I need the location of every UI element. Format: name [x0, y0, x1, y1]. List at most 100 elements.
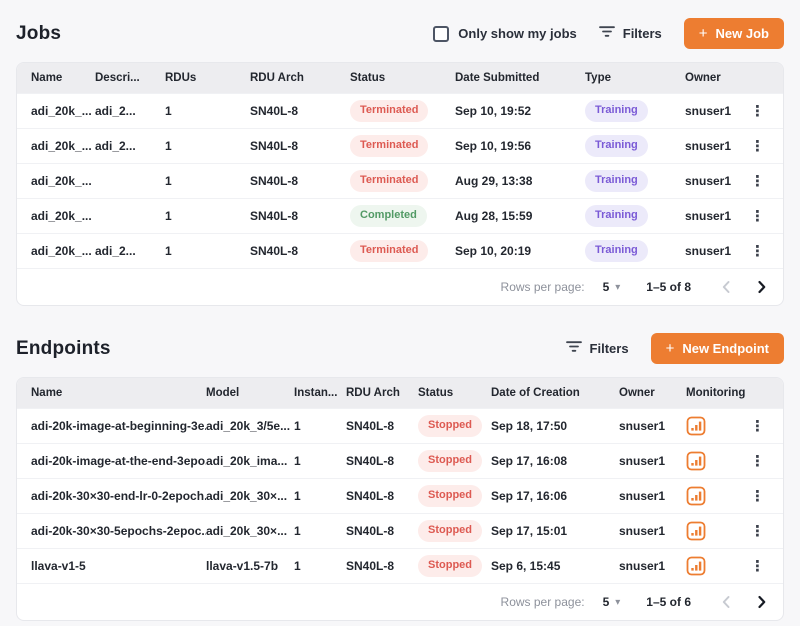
type-badge: Training	[585, 170, 648, 191]
jobs-filters-label: Filters	[623, 26, 662, 41]
endpoint-date-created: Sep 18, 17:50	[491, 419, 619, 433]
endpoint-owner: snuser1	[619, 524, 686, 538]
job-date-submitted: Aug 28, 15:59	[455, 209, 585, 223]
status-badge: Stopped	[418, 415, 482, 436]
jobs-title: Jobs	[16, 23, 61, 45]
previous-page-icon[interactable]	[721, 280, 731, 294]
endpoint-instances: 1	[294, 489, 346, 503]
job-owner: snuser1	[685, 209, 755, 223]
new-endpoint-button[interactable]: + New Endpoint	[651, 333, 784, 364]
job-rdu-arch: SN40L-8	[250, 139, 350, 153]
col-model: Model	[206, 387, 294, 399]
col-date-of-creation: Date of Creation	[491, 387, 619, 399]
job-rdus: 1	[165, 104, 250, 118]
endpoint-rdu-arch: SN40L-8	[346, 489, 418, 503]
chevron-down-icon: ▾	[615, 597, 620, 608]
endpoints-section: Endpoints Filters + New Endpoint Name Mo…	[16, 333, 784, 621]
table-row[interactable]: adi-20k-30×30-end-lr-0-2epoch... adi_20k…	[17, 478, 783, 513]
job-date-submitted: Aug 29, 13:38	[455, 174, 585, 188]
table-row[interactable]: llava-v1-5 llava-v1.5-7b 1 SN40L-8 Stopp…	[17, 548, 783, 583]
job-name: adi_20k_...	[31, 244, 95, 258]
jobs-pagination: Rows per page: 5 ▾ 1–5 of 8	[17, 268, 783, 305]
status-badge: Terminated	[350, 100, 428, 121]
rows-per-page-label: Rows per page:	[501, 595, 585, 609]
row-actions-menu-icon[interactable]: ⋮	[746, 417, 769, 436]
jobs-table-header: Name Descri... RDUs RDU Arch Status Date…	[17, 63, 783, 93]
next-page-icon[interactable]	[757, 280, 767, 294]
endpoint-date-created: Sep 6, 15:45	[491, 559, 619, 573]
job-name: adi_20k_...	[31, 139, 95, 153]
table-row[interactable]: adi_20k_... adi_2... 1 SN40L-8 Terminate…	[17, 128, 783, 163]
new-job-label: New Job	[716, 26, 769, 41]
row-actions-menu-icon[interactable]: ⋮	[746, 137, 769, 156]
job-name: adi_20k_...	[31, 174, 95, 188]
endpoint-name: adi-20k-image-at-beginning-3e...	[31, 419, 206, 433]
row-actions-menu-icon[interactable]: ⋮	[746, 557, 769, 576]
row-actions-menu-icon[interactable]: ⋮	[746, 522, 769, 541]
rows-per-page-label: Rows per page:	[501, 280, 585, 294]
new-endpoint-label: New Endpoint	[682, 341, 769, 356]
col-name: Name	[31, 72, 95, 84]
status-badge: Terminated	[350, 240, 428, 261]
endpoint-name: llava-v1-5	[31, 559, 206, 573]
endpoint-rdu-arch: SN40L-8	[346, 524, 418, 538]
col-owner: Owner	[619, 387, 686, 399]
col-date-submitted: Date Submitted	[455, 72, 585, 84]
row-actions-menu-icon[interactable]: ⋮	[746, 242, 769, 261]
table-row[interactable]: adi-20k-image-at-the-end-3epo... adi_20k…	[17, 443, 783, 478]
job-name: adi_20k_...	[31, 104, 95, 118]
filter-icon	[566, 340, 582, 358]
table-row[interactable]: adi_20k_... 1 SN40L-8 Terminated Aug 29,…	[17, 163, 783, 198]
endpoints-filters-label: Filters	[590, 341, 629, 356]
endpoint-name: adi-20k-30×30-end-lr-0-2epoch...	[31, 489, 206, 503]
endpoint-model: adi_20k_ima...	[206, 454, 294, 468]
endpoints-table-header: Name Model Instan... RDU Arch Status Dat…	[17, 378, 783, 408]
rows-per-page-select[interactable]: 5 ▾	[603, 595, 621, 609]
rows-per-page-select[interactable]: 5 ▾	[603, 280, 621, 294]
job-rdu-arch: SN40L-8	[250, 209, 350, 223]
endpoints-filters-button[interactable]: Filters	[566, 340, 629, 358]
job-rdu-arch: SN40L-8	[250, 174, 350, 188]
row-actions-menu-icon[interactable]: ⋮	[746, 452, 769, 471]
job-owner: snuser1	[685, 174, 755, 188]
job-owner: snuser1	[685, 244, 755, 258]
endpoint-model: adi_20k_3/5e...	[206, 419, 294, 433]
type-badge: Training	[585, 240, 648, 261]
row-actions-menu-icon[interactable]: ⋮	[746, 207, 769, 226]
col-rdu-arch: RDU Arch	[250, 72, 350, 84]
endpoint-rdu-arch: SN40L-8	[346, 419, 418, 433]
new-job-button[interactable]: + New Job	[684, 18, 784, 49]
endpoints-pagination: Rows per page: 5 ▾ 1–5 of 6	[17, 583, 783, 620]
row-actions-menu-icon[interactable]: ⋮	[746, 487, 769, 506]
job-name: adi_20k_...	[31, 209, 95, 223]
endpoint-date-created: Sep 17, 16:08	[491, 454, 619, 468]
endpoint-rdu-arch: SN40L-8	[346, 559, 418, 573]
table-row[interactable]: adi_20k_... 1 SN40L-8 Completed Aug 28, …	[17, 198, 783, 233]
row-actions-menu-icon[interactable]: ⋮	[746, 102, 769, 121]
next-page-icon[interactable]	[757, 595, 767, 609]
col-rdus: RDUs	[165, 72, 250, 84]
job-rdus: 1	[165, 139, 250, 153]
endpoint-name: adi-20k-30×30-5epochs-2epoc...	[31, 524, 206, 538]
table-row[interactable]: adi_20k_... adi_2... 1 SN40L-8 Terminate…	[17, 93, 783, 128]
status-badge: Terminated	[350, 170, 428, 191]
previous-page-icon[interactable]	[721, 595, 731, 609]
job-rdu-arch: SN40L-8	[250, 244, 350, 258]
jobs-section: Jobs Only show my jobs Filters + New Job…	[16, 18, 784, 306]
job-description: adi_2...	[95, 244, 165, 258]
endpoint-date-created: Sep 17, 16:06	[491, 489, 619, 503]
row-actions-menu-icon[interactable]: ⋮	[746, 172, 769, 191]
table-row[interactable]: adi-20k-image-at-beginning-3e... adi_20k…	[17, 408, 783, 443]
table-row[interactable]: adi-20k-30×30-5epochs-2epoc... adi_20k_3…	[17, 513, 783, 548]
col-owner: Owner	[685, 72, 755, 84]
filter-icon	[599, 25, 615, 43]
checkbox-icon[interactable]	[433, 26, 449, 42]
jobs-filters-button[interactable]: Filters	[599, 25, 662, 43]
pagination-range: 1–5 of 8	[646, 280, 691, 294]
only-show-my-jobs-checkbox[interactable]: Only show my jobs	[433, 26, 576, 42]
endpoint-owner: snuser1	[619, 489, 686, 503]
col-status: Status	[418, 387, 491, 399]
chevron-down-icon: ▾	[615, 282, 620, 293]
endpoint-owner: snuser1	[619, 559, 686, 573]
table-row[interactable]: adi_20k_... adi_2... 1 SN40L-8 Terminate…	[17, 233, 783, 268]
